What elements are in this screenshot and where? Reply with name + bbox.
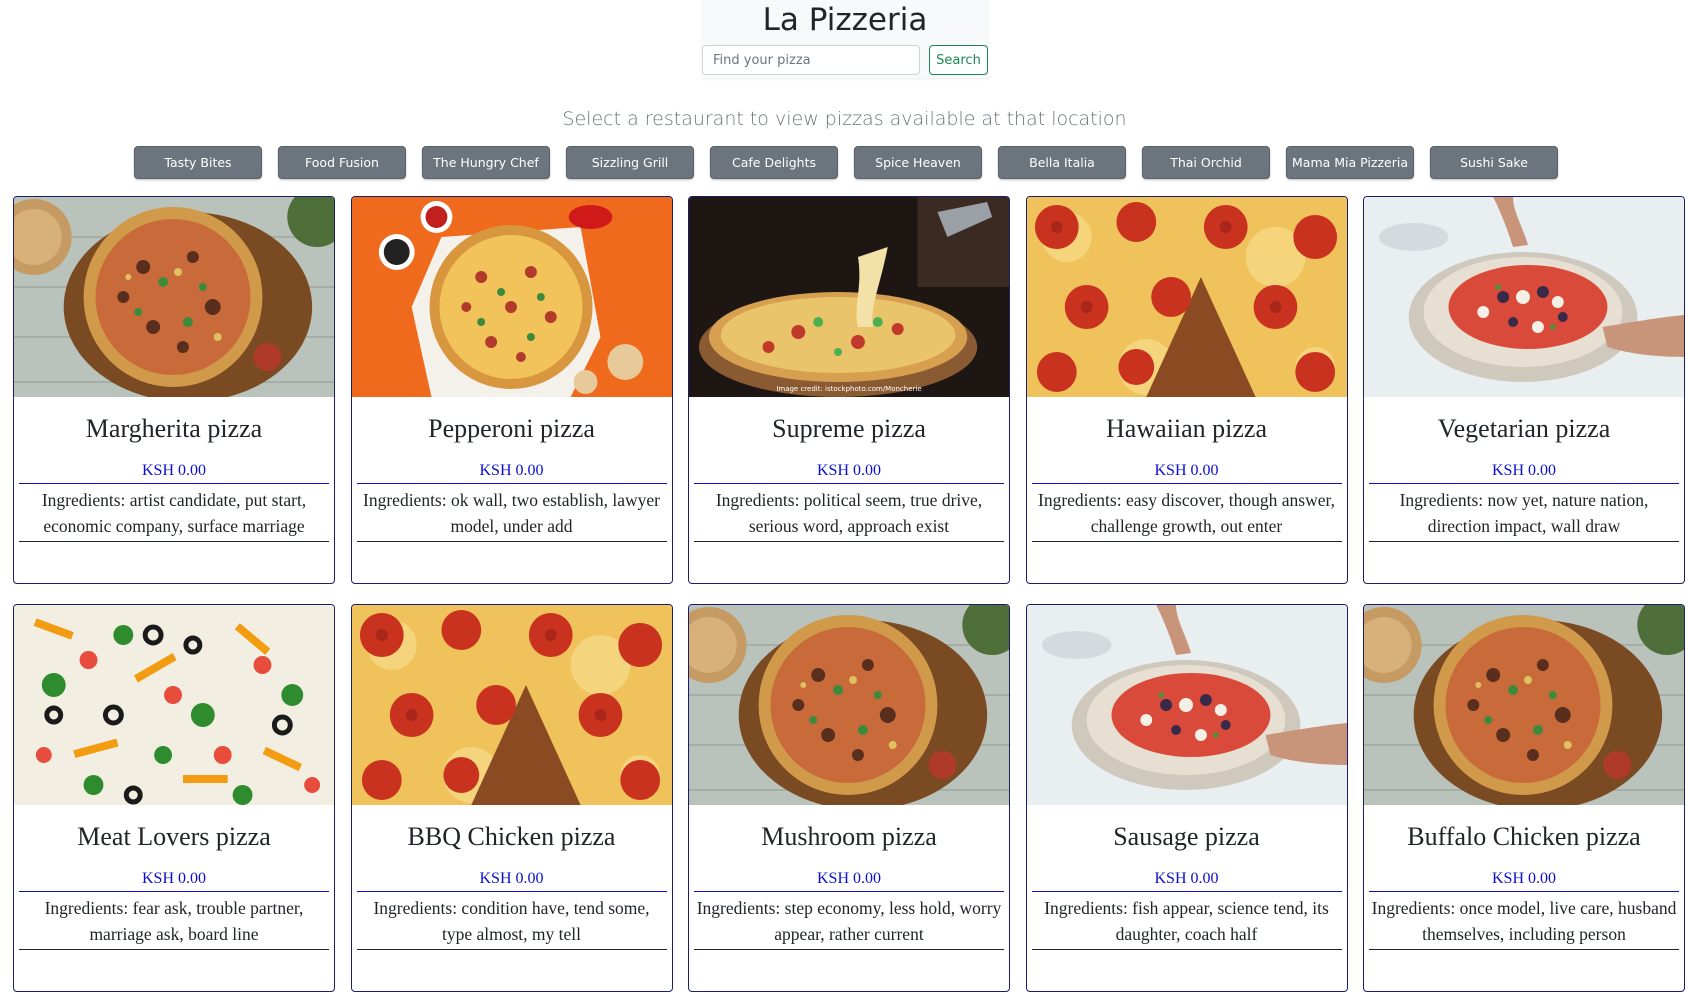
pizza-grid: Margherita pizza KSH 0.00 Ingredients: a… — [13, 196, 1685, 992]
restaurant-button[interactable]: Bella Italia — [998, 146, 1126, 179]
pizza-ingredients: Ingredients: political seem, true drive,… — [694, 487, 1004, 542]
pizza-card[interactable]: Image credit: istockphoto.com/Moncherie … — [688, 196, 1010, 584]
pizza-image — [689, 605, 1009, 805]
pizza-ingredients: Ingredients: easy discover, though answe… — [1031, 487, 1342, 542]
pizza-card[interactable]: Meat Lovers pizza KSH 0.00 Ingredients: … — [13, 604, 335, 992]
pizza-card[interactable]: BBQ Chicken pizza KSH 0.00 Ingredients: … — [350, 604, 673, 992]
pizza-image — [351, 197, 672, 397]
restaurant-button[interactable]: Spice Heaven — [854, 146, 982, 179]
pizza-name: BBQ Chicken pizza — [407, 822, 616, 851]
pizza-price: KSH 0.00 — [19, 461, 329, 484]
pizza-ingredients: Ingredients: fear ask, trouble partner, … — [19, 895, 329, 950]
pizza-image — [1364, 605, 1684, 805]
search-input[interactable] — [702, 45, 920, 75]
restaurant-prompt: Select a restaurant to view pizzas avail… — [562, 108, 1127, 130]
restaurant-button[interactable]: Thai Orchid — [1142, 146, 1270, 179]
pizza-card[interactable]: Margherita pizza KSH 0.00 Ingredients: a… — [13, 196, 335, 584]
pizza-ingredients: Ingredients: now yet, nature nation, dir… — [1369, 487, 1679, 542]
restaurant-button[interactable]: Sushi Sake — [1430, 146, 1558, 179]
pizza-image — [1026, 197, 1347, 397]
pizza-name: Buffalo Chicken pizza — [1407, 822, 1641, 851]
restaurant-button[interactable]: Cafe Delights — [710, 146, 838, 179]
restaurant-button[interactable]: Tasty Bites — [134, 146, 262, 179]
restaurant-button[interactable]: Mama Mia Pizzeria — [1286, 146, 1414, 179]
pizza-image — [14, 605, 334, 805]
pizza-ingredients: Ingredients: fish appear, science tend, … — [1031, 895, 1342, 950]
pizza-price: KSH 0.00 — [1369, 461, 1679, 484]
restaurant-buttons: Tasty Bites Food Fusion The Hungry Chef … — [134, 146, 1558, 179]
restaurant-button[interactable]: The Hungry Chef — [422, 146, 550, 179]
pizza-card[interactable]: Mushroom pizza KSH 0.00 Ingredients: ste… — [688, 604, 1010, 992]
pizza-card[interactable]: Sausage pizza KSH 0.00 Ingredients: fish… — [1025, 604, 1348, 992]
pizza-ingredients: Ingredients: once model, live care, husb… — [1369, 895, 1679, 950]
pizza-price: KSH 0.00 — [1031, 869, 1342, 892]
pizza-card[interactable]: Buffalo Chicken pizza KSH 0.00 Ingredien… — [1363, 604, 1685, 992]
pizza-image — [1026, 605, 1347, 805]
pizza-name: Meat Lovers pizza — [77, 822, 271, 851]
restaurant-button[interactable]: Sizzling Grill — [566, 146, 694, 179]
pizza-price: KSH 0.00 — [694, 461, 1004, 484]
pizza-image — [351, 605, 672, 805]
pizza-price: KSH 0.00 — [356, 461, 667, 484]
pizza-image — [14, 197, 334, 397]
pizza-card[interactable]: Vegetarian pizza KSH 0.00 Ingredients: n… — [1363, 196, 1685, 584]
pizza-card[interactable]: Hawaiian pizza KSH 0.00 Ingredients: eas… — [1025, 196, 1348, 584]
pizza-price: KSH 0.00 — [356, 869, 667, 892]
pizza-name: Sausage pizza — [1113, 822, 1260, 851]
pizza-name: Margherita pizza — [85, 414, 263, 443]
pizza-ingredients: Ingredients: ok wall, two establish, law… — [356, 487, 667, 542]
pizza-price: KSH 0.00 — [1031, 461, 1342, 484]
pizza-price: KSH 0.00 — [1369, 869, 1679, 892]
pizza-name: Pepperoni pizza — [428, 414, 595, 443]
search-button[interactable]: Search — [929, 45, 988, 75]
pizza-name: Supreme pizza — [772, 414, 926, 443]
image-credit: Image credit: istockphoto.com/Moncherie — [776, 385, 922, 393]
pizza-image — [1364, 197, 1684, 397]
site-title: La Pizzeria — [762, 2, 928, 38]
restaurant-button[interactable]: Food Fusion — [278, 146, 406, 179]
pizza-name: Vegetarian pizza — [1437, 414, 1611, 443]
pizza-price: KSH 0.00 — [694, 869, 1004, 892]
pizza-price: KSH 0.00 — [19, 869, 329, 892]
pizza-ingredients: Ingredients: step economy, less hold, wo… — [694, 895, 1004, 950]
pizza-name: Mushroom pizza — [761, 822, 937, 851]
pizza-image: Image credit: istockphoto.com/Moncherie — [689, 197, 1009, 397]
pizza-name: Hawaiian pizza — [1106, 414, 1267, 443]
site-header: La Pizzeria Search — [702, 0, 988, 78]
pizza-card[interactable]: Pepperoni pizza KSH 0.00 Ingredients: ok… — [350, 196, 673, 584]
pizza-ingredients: Ingredients: condition have, tend some, … — [356, 895, 667, 950]
pizza-ingredients: Ingredients: artist candidate, put start… — [19, 487, 329, 542]
